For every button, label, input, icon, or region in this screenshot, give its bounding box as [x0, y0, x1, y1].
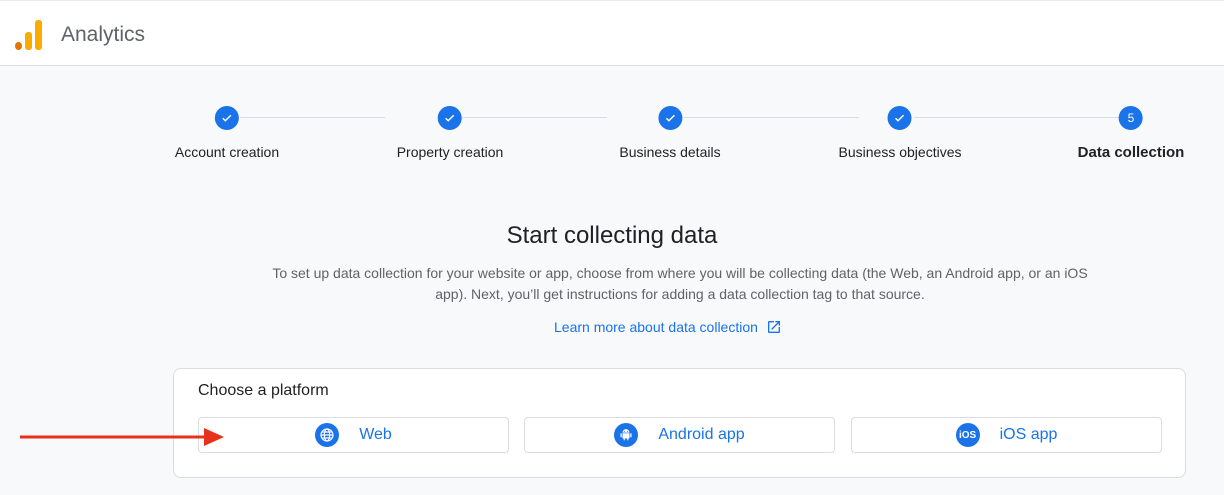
- android-app-button-label: Android app: [658, 426, 745, 443]
- app-title: Analytics: [61, 23, 146, 46]
- check-icon: [437, 106, 462, 130]
- annotation-arrow-icon: [20, 428, 224, 446]
- step-business-details: Business details: [619, 100, 721, 160]
- step-property-creation: Property creation: [396, 100, 504, 160]
- analytics-logo-icon[interactable]: [15, 20, 43, 50]
- step-label: Data collection: [1077, 144, 1185, 161]
- step-label: Business details: [619, 144, 721, 160]
- page-title: Start collecting data: [506, 222, 718, 249]
- step-label: Account creation: [174, 144, 280, 160]
- web-button[interactable]: Web: [198, 417, 509, 453]
- page-description: To set up data collection for your websi…: [272, 265, 1088, 302]
- check-icon: [214, 106, 239, 130]
- step-account-creation: Account creation: [175, 100, 279, 160]
- ios-app-button-label: iOS app: [999, 426, 1058, 443]
- platform-card-title: Choose a platform: [198, 382, 329, 399]
- android-icon: [614, 423, 639, 447]
- platform-card: Choose a platform Web Android app iOS iO…: [173, 368, 1186, 478]
- learn-more-link[interactable]: Learn more about data collection: [554, 319, 782, 335]
- ios-icon: iOS: [955, 423, 980, 447]
- ios-icon-text: iOS: [958, 429, 977, 441]
- step-label: Property creation: [396, 144, 504, 160]
- check-icon: [657, 106, 682, 130]
- step-number: 5: [1118, 106, 1143, 130]
- step-data-collection: 5 Data collection: [1077, 100, 1185, 161]
- ios-app-button[interactable]: iOS iOS app: [851, 417, 1162, 453]
- web-button-label: Web: [359, 426, 392, 443]
- step-business-objectives: Business objectives: [838, 100, 962, 160]
- top-bar: Analytics: [0, 0, 1224, 66]
- open-in-new-icon: [767, 321, 780, 333]
- learn-more-label: Learn more about data collection: [554, 319, 758, 335]
- android-app-button[interactable]: Android app: [524, 417, 835, 453]
- step-label: Business objectives: [838, 144, 962, 160]
- setup-stepper: Account creation Property creation Busin…: [160, 100, 1210, 180]
- check-icon: [887, 106, 912, 130]
- globe-icon: [315, 423, 340, 447]
